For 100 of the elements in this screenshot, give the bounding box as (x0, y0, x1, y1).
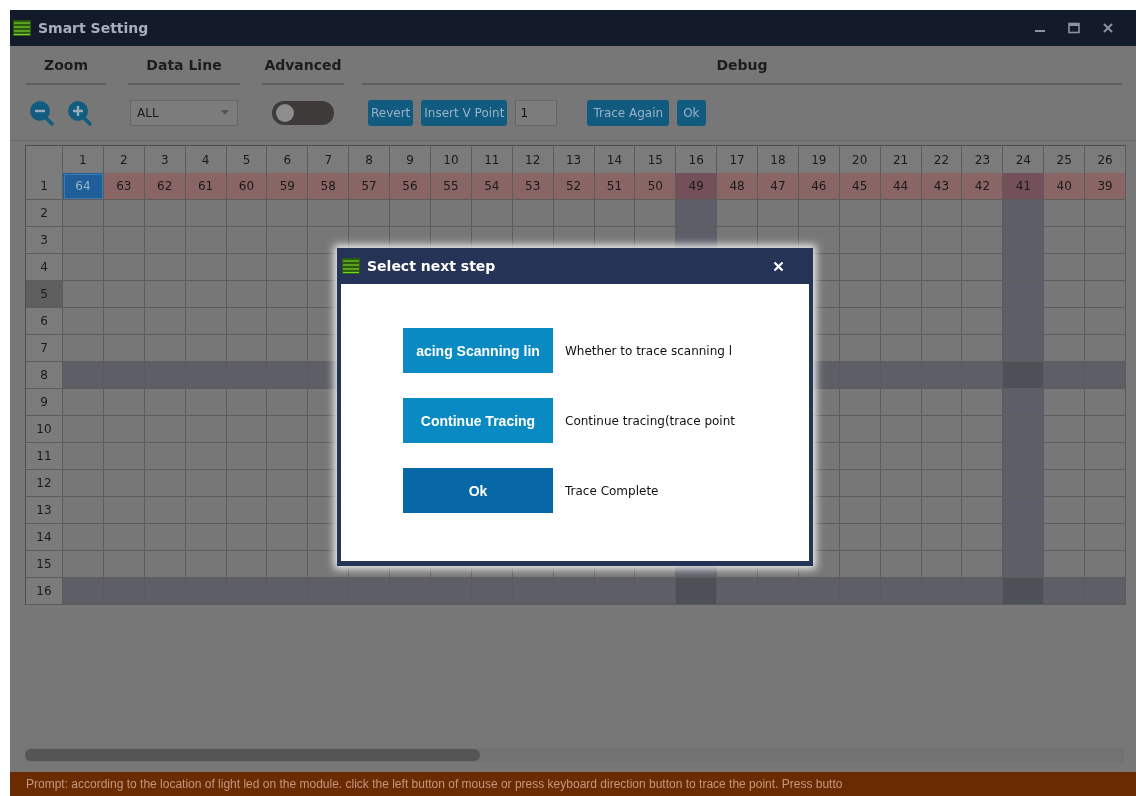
grid-cell[interactable] (1085, 578, 1126, 605)
grid-cell[interactable] (594, 578, 636, 605)
grid-cell[interactable] (921, 470, 963, 497)
grid-cell[interactable] (185, 416, 227, 443)
row-header[interactable]: 9 (26, 389, 63, 416)
grid-cell[interactable] (185, 470, 227, 497)
grid-cell[interactable] (1044, 281, 1086, 308)
grid-cell[interactable]: 41 (1003, 173, 1045, 200)
grid-cell[interactable] (226, 524, 268, 551)
grid-cell[interactable] (267, 470, 309, 497)
grid-cell[interactable] (1003, 470, 1045, 497)
grid-cell[interactable] (880, 470, 922, 497)
grid-cell[interactable] (962, 281, 1004, 308)
grid-cell[interactable] (144, 578, 186, 605)
grid-cell[interactable] (267, 281, 309, 308)
grid-cell[interactable] (1085, 416, 1126, 443)
grid-cell[interactable] (103, 308, 145, 335)
grid-cell[interactable] (63, 416, 104, 443)
grid-cell[interactable] (267, 335, 309, 362)
grid-cell[interactable] (63, 335, 104, 362)
grid-cell[interactable] (185, 335, 227, 362)
grid-cell[interactable] (103, 389, 145, 416)
grid-cell[interactable] (226, 308, 268, 335)
grid-cell[interactable] (63, 254, 104, 281)
grid-cell[interactable] (267, 227, 309, 254)
grid-cell[interactable] (1003, 308, 1045, 335)
grid-cell[interactable] (798, 200, 840, 227)
grid-cell[interactable] (103, 497, 145, 524)
grid-cell[interactable]: 57 (349, 173, 391, 200)
zoom-in-icon[interactable] (66, 98, 94, 127)
grid-cell[interactable] (1003, 524, 1045, 551)
grid-cell[interactable] (226, 227, 268, 254)
grid-cell[interactable] (635, 578, 677, 605)
grid-cell[interactable] (1085, 281, 1126, 308)
grid-cell[interactable] (267, 524, 309, 551)
row-header[interactable]: 8 (26, 362, 63, 389)
grid-cell[interactable] (921, 416, 963, 443)
grid-cell[interactable] (1003, 416, 1045, 443)
grid-cell[interactable] (758, 578, 799, 605)
grid-cell[interactable] (430, 200, 472, 227)
grid-cell[interactable] (1003, 497, 1045, 524)
grid-cell[interactable] (1085, 200, 1126, 227)
grid-cell[interactable] (63, 524, 104, 551)
grid-cell[interactable] (1003, 578, 1045, 605)
grid-cell[interactable] (921, 227, 963, 254)
dialog-button[interactable]: acing Scanning lin (403, 328, 553, 373)
grid-cell[interactable] (839, 200, 881, 227)
grid-cell[interactable] (226, 335, 268, 362)
grid-cell[interactable] (880, 281, 922, 308)
grid-cell[interactable] (512, 578, 554, 605)
grid-cell[interactable] (880, 497, 922, 524)
grid-cell[interactable]: 42 (962, 173, 1004, 200)
row-header[interactable]: 10 (26, 416, 63, 443)
grid-cell[interactable] (962, 362, 1004, 389)
grid-cell[interactable] (185, 281, 227, 308)
grid-cell[interactable] (103, 470, 145, 497)
grid-cell[interactable] (349, 200, 391, 227)
grid-cell[interactable]: 45 (839, 173, 881, 200)
grid-cell[interactable] (103, 254, 145, 281)
grid-cell[interactable] (717, 578, 759, 605)
grid-cell[interactable] (63, 308, 104, 335)
grid-cell[interactable] (144, 227, 186, 254)
toolbar-button[interactable]: Trace Again (587, 99, 670, 126)
grid-cell[interactable] (308, 227, 350, 254)
grid-cell[interactable] (1003, 443, 1045, 470)
grid-cell[interactable] (839, 335, 881, 362)
grid-cell[interactable] (839, 551, 881, 578)
grid-cell[interactable]: 39 (1085, 173, 1126, 200)
row-header[interactable]: 1 (26, 173, 63, 200)
grid-cell[interactable] (144, 497, 186, 524)
grid-cell[interactable] (267, 254, 309, 281)
grid-cell[interactable] (921, 254, 963, 281)
grid-cell[interactable] (226, 551, 268, 578)
grid-cell[interactable] (880, 200, 922, 227)
grid-cell[interactable] (758, 200, 799, 227)
dialog-button[interactable]: Ok (403, 468, 553, 513)
grid-cell[interactable] (267, 200, 309, 227)
grid-cell[interactable] (103, 524, 145, 551)
grid-cell[interactable] (676, 578, 718, 605)
grid-cell[interactable] (512, 200, 554, 227)
grid-cell[interactable] (103, 200, 145, 227)
grid-cell[interactable] (144, 551, 186, 578)
grid-cell[interactable] (962, 200, 1004, 227)
grid-cell[interactable] (226, 443, 268, 470)
grid-cell[interactable] (390, 200, 431, 227)
grid-cell[interactable] (1044, 578, 1086, 605)
grid-cell[interactable] (962, 227, 1004, 254)
grid-cell[interactable]: 40 (1044, 173, 1086, 200)
grid-cell[interactable] (921, 443, 963, 470)
grid-cell[interactable] (1003, 254, 1045, 281)
grid-cell[interactable] (390, 578, 431, 605)
grid-cell[interactable] (962, 551, 1004, 578)
grid-cell[interactable] (144, 416, 186, 443)
grid-cell[interactable] (1044, 443, 1086, 470)
advanced-toggle[interactable] (272, 100, 334, 125)
grid-cell[interactable]: 60 (226, 173, 268, 200)
grid-cell[interactable]: 43 (921, 173, 963, 200)
grid-cell[interactable] (962, 254, 1004, 281)
toolbar-button[interactable]: Insert V Point (421, 99, 508, 126)
grid-cell[interactable] (921, 389, 963, 416)
